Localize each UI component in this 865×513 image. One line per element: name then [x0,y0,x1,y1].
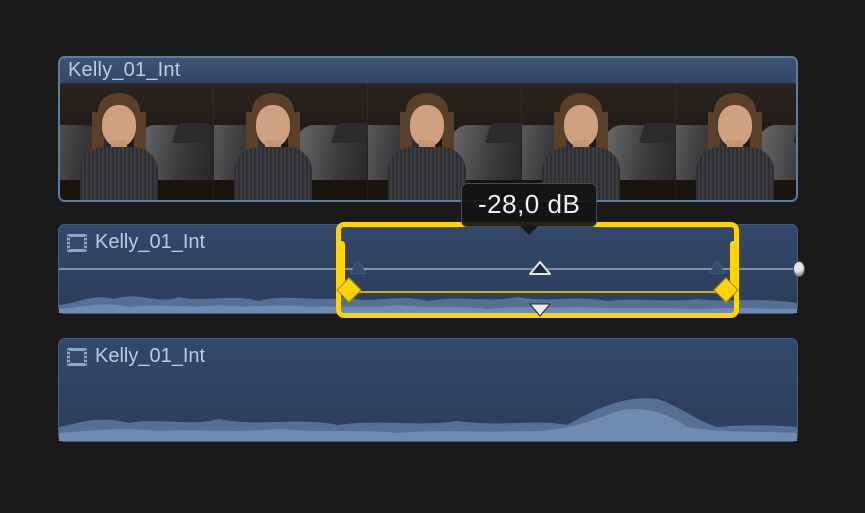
volume-end-marker[interactable] [793,261,805,277]
video-clip[interactable]: Kelly_01_Int [58,56,798,202]
thumbnail-frame [676,84,798,202]
thumbnail-frame [214,84,368,202]
audio-clip-2[interactable]: Kelly_01_Int [58,338,798,442]
volume-decrease-arrow[interactable] [529,303,551,317]
audio-clip-1[interactable]: Kelly_01_Int [58,224,798,314]
volume-increase-arrow[interactable] [529,261,551,275]
volume-line[interactable] [59,268,797,270]
filmstrip-icon [67,234,87,252]
audio-waveform[interactable] [59,377,797,441]
thumbnail-frame [60,84,214,202]
fade-handle-left[interactable] [350,261,366,273]
volume-db-value: -28,0 dB [478,189,580,219]
audio-clip-title-row: Kelly_01_Int [67,345,205,368]
audio-clip-title: Kelly_01_Int [95,345,205,368]
timeline: Kelly_01_Int [58,56,798,442]
selected-volume-line[interactable] [351,291,723,293]
filmstrip[interactable] [60,84,796,202]
audio-clip-title-row: Kelly_01_Int [67,231,205,254]
volume-db-tooltip: -28,0 dB [461,183,597,227]
audio-waveform[interactable] [59,263,797,313]
audio-clip-title: Kelly_01_Int [95,231,205,254]
filmstrip-icon [67,348,87,366]
clip-title-bar: Kelly_01_Int [60,58,796,84]
fade-handle-right[interactable] [709,261,725,273]
clip-title: Kelly_01_Int [68,59,180,82]
